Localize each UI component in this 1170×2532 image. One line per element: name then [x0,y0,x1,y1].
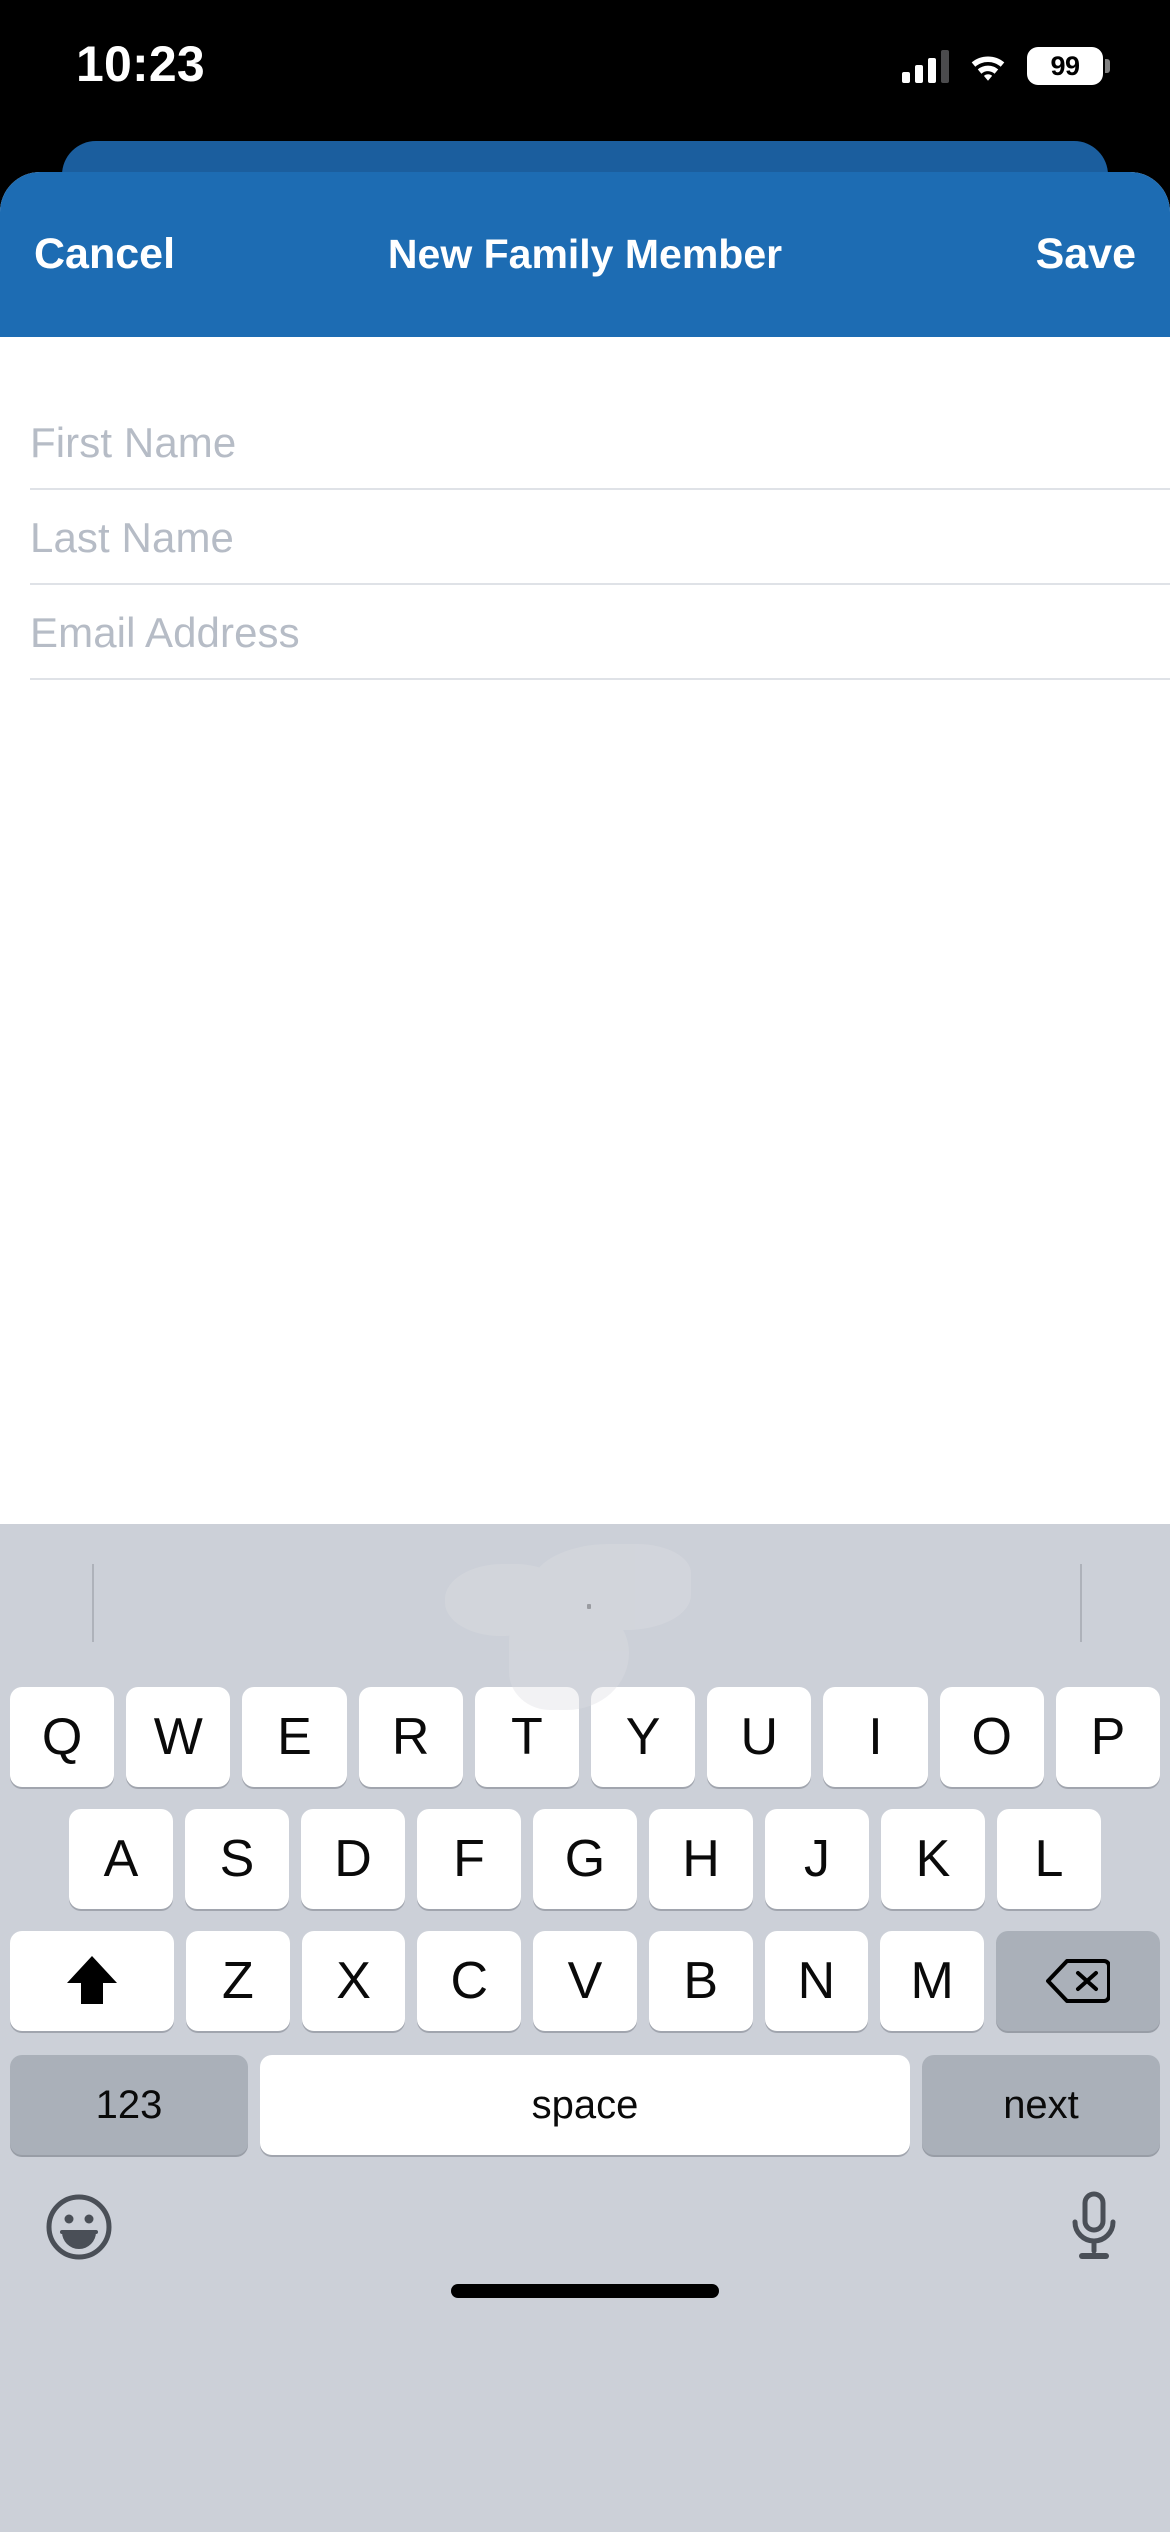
key-i[interactable]: I [823,1687,928,1787]
key-c[interactable]: C [417,1931,522,2031]
key-f[interactable]: F [417,1809,521,1909]
key-d[interactable]: D [301,1809,405,1909]
space-key[interactable]: space [260,2055,910,2155]
last-name-input[interactable] [30,490,1170,585]
key-o[interactable]: O [939,1687,1044,1787]
key-w[interactable]: W [126,1687,231,1787]
save-button[interactable]: Save [1032,225,1140,284]
key-e[interactable]: E [242,1687,347,1787]
field-row-first-name[interactable] [0,395,1170,490]
battery-icon: 99 [1027,47,1110,85]
microphone-icon[interactable] [1064,2190,1124,2262]
key-g[interactable]: G [533,1809,637,1909]
cellular-bars-icon [902,49,949,83]
iphone-screen: 10:23 99 Cancel New Family Member Save F… [0,0,1170,2532]
keyboard-row-3: Z X C V B N M [0,1926,1170,2036]
predictive-divider-left [92,1564,94,1642]
return-key[interactable]: next [922,2055,1160,2155]
predictive-text-bar[interactable] [0,1524,1170,1710]
modal-navigation-bar: Cancel New Family Member Save [0,172,1170,337]
shift-icon [65,1952,119,2010]
key-y[interactable]: Y [591,1687,696,1787]
backspace-key[interactable] [996,1931,1161,2031]
backspace-icon [1046,1957,1112,2005]
keyboard-utility-row [0,2176,1170,2326]
email-address-input[interactable] [30,585,1170,680]
key-v[interactable]: V [533,1931,637,2031]
numbers-key[interactable]: 123 [10,2055,248,2155]
key-n[interactable]: N [764,1931,869,2031]
field-row-last-name[interactable] [0,490,1170,585]
key-j[interactable]: J [765,1809,869,1909]
emoji-smiley-icon[interactable] [46,2194,112,2260]
key-r[interactable]: R [358,1687,463,1787]
home-indicator[interactable] [451,2284,719,2298]
key-m[interactable]: M [880,1931,985,2031]
key-a[interactable]: A [69,1809,173,1909]
key-x[interactable]: X [301,1931,406,2031]
status-bar-time: 10:23 [76,36,205,92]
key-q[interactable]: Q [10,1687,115,1787]
battery-percent-label: 99 [1050,50,1080,81]
family-member-form [0,395,1170,1320]
wifi-icon [967,50,1009,82]
key-b[interactable]: B [648,1931,753,2031]
form-empty-space [0,680,1170,1320]
key-p[interactable]: P [1055,1687,1161,1787]
status-bar: 10:23 99 [0,0,1170,140]
first-name-input[interactable] [30,395,1170,490]
key-h[interactable]: H [649,1809,753,1909]
key-s[interactable]: S [185,1809,289,1909]
key-l[interactable]: L [997,1809,1101,1909]
page-title-label: New Family Member [387,231,783,277]
key-u[interactable]: U [707,1687,812,1787]
software-keyboard: Q W E R T Y U I O P A S D F G H J K L Z … [0,1524,1170,2532]
predictive-divider-right [1080,1564,1082,1642]
key-k[interactable]: K [881,1809,985,1909]
field-separator [30,678,1170,680]
cancel-button[interactable]: Cancel [30,225,179,284]
keyboard-row-2: A S D F G H J K L [0,1804,1170,1914]
keyboard-watermark [435,1542,735,1710]
key-z[interactable]: Z [186,1931,290,2031]
keyboard-row-4: 123 space next [0,2050,1170,2160]
status-bar-indicators: 99 [902,38,1110,94]
shift-key[interactable] [10,1931,174,2031]
field-row-email-address[interactable] [0,585,1170,680]
